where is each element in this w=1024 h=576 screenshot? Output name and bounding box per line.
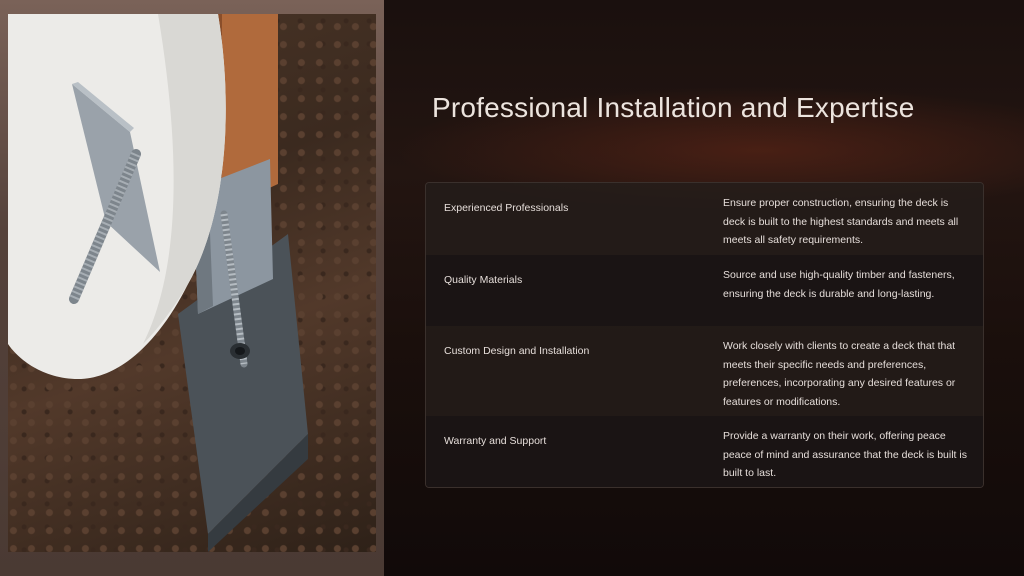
table-row: Custom Design and Installation Work clos… [426,326,983,416]
expertise-table: Experienced Professionals Ensure proper … [425,182,984,488]
row-label: Custom Design and Installation [444,345,590,357]
row-label: Experienced Professionals [444,202,569,214]
table-row: Quality Materials Source and use high-qu… [426,255,983,326]
table-row: Warranty and Support Provide a warranty … [426,416,983,487]
row-description: Work closely with clients to create a de… [723,340,956,408]
row-label: Quality Materials [444,274,523,286]
post-anchor-illustration [8,14,308,552]
post-anchor-photo [8,14,376,552]
table-row: Experienced Professionals Ensure proper … [426,183,983,255]
row-label: Warranty and Support [444,435,547,447]
photo-panel [0,0,384,576]
slide-background: Professional Installation and Expertise … [0,0,1024,576]
row-description: Ensure proper construction, ensuring the… [723,197,959,246]
row-description: Source and use high-quality timber and f… [723,269,955,300]
slide-title: Professional Installation and Expertise [432,92,915,123]
row-description: Provide a warranty on their work, offeri… [723,430,967,479]
